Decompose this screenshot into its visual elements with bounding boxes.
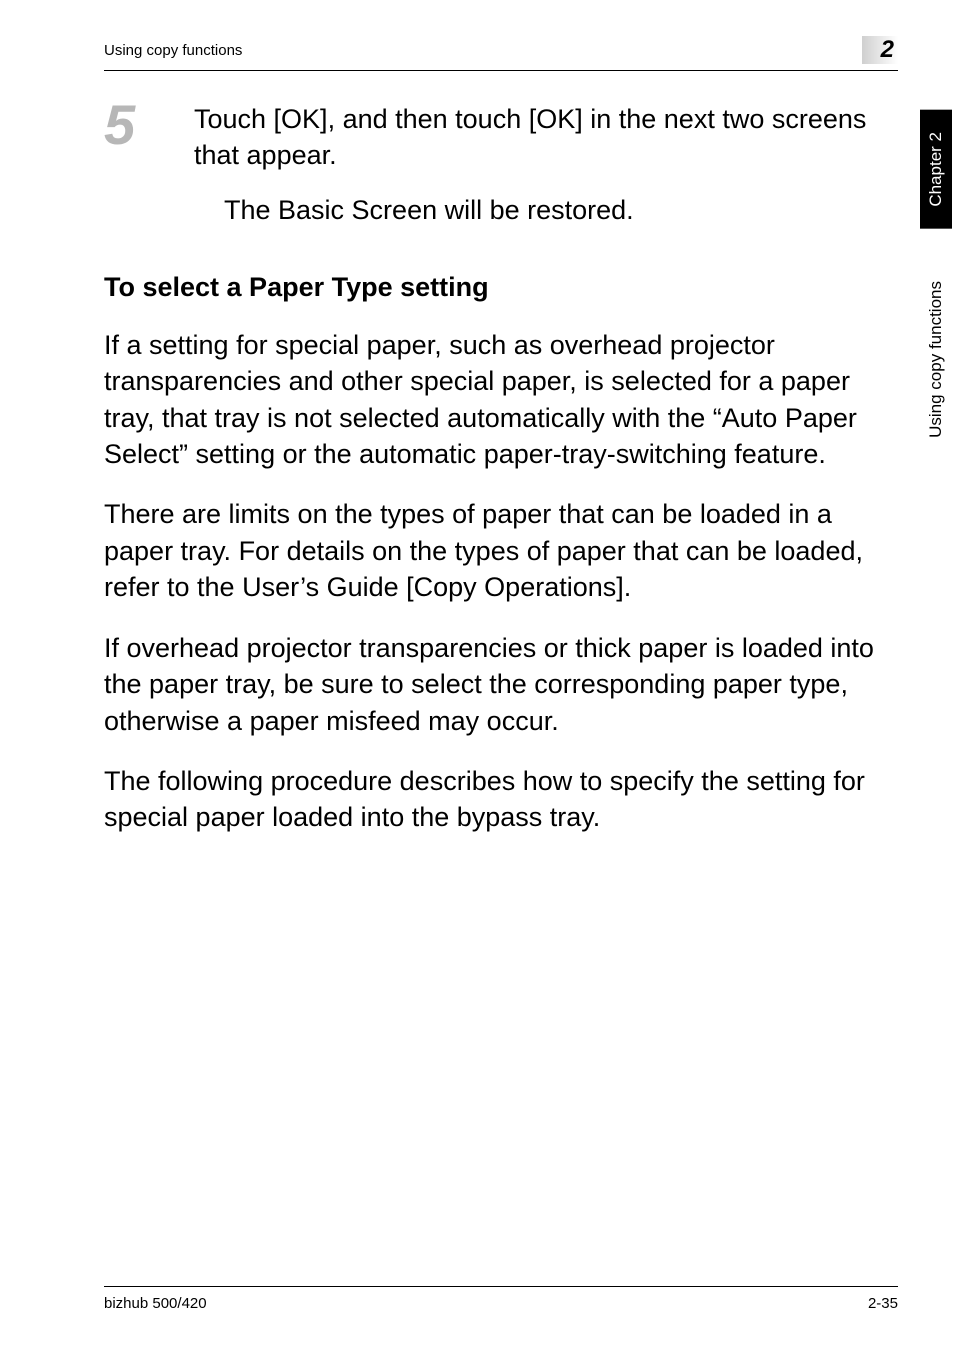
- step-number: 5: [104, 97, 154, 153]
- section-heading: To select a Paper Type setting: [104, 272, 898, 303]
- body-paragraph: If a setting for special paper, such as …: [104, 327, 898, 473]
- side-tab-title: Using copy functions: [920, 229, 952, 490]
- running-header-left: Using copy functions: [104, 42, 242, 59]
- step-block: 5 Touch [OK], and then touch [OK] in the…: [104, 101, 898, 174]
- body-paragraph: There are limits on the types of paper t…: [104, 496, 898, 605]
- footer-page-number: 2-35: [868, 1295, 898, 1312]
- header-rule: [104, 70, 898, 71]
- content-area: 5 Touch [OK], and then touch [OK] in the…: [104, 101, 898, 836]
- body-paragraph: If overhead projector transparencies or …: [104, 630, 898, 739]
- footer-rule: [104, 1286, 898, 1287]
- page: Using copy functions 2 5 Touch [OK], and…: [0, 0, 954, 1352]
- side-tab: Chapter 2 Using copy functions: [920, 110, 954, 490]
- step-follow-text: The Basic Screen will be restored.: [224, 192, 898, 230]
- body-paragraph: The following procedure describes how to…: [104, 763, 898, 836]
- step-text: Touch [OK], and then touch [OK] in the n…: [194, 101, 898, 174]
- running-header: Using copy functions 2: [104, 36, 898, 64]
- running-header-chapter-number: 2: [862, 36, 898, 64]
- footer-left: bizhub 500/420: [104, 1295, 207, 1312]
- side-tab-chapter: Chapter 2: [920, 110, 952, 229]
- footer: bizhub 500/420 2-35: [104, 1286, 898, 1312]
- footer-row: bizhub 500/420 2-35: [104, 1295, 898, 1312]
